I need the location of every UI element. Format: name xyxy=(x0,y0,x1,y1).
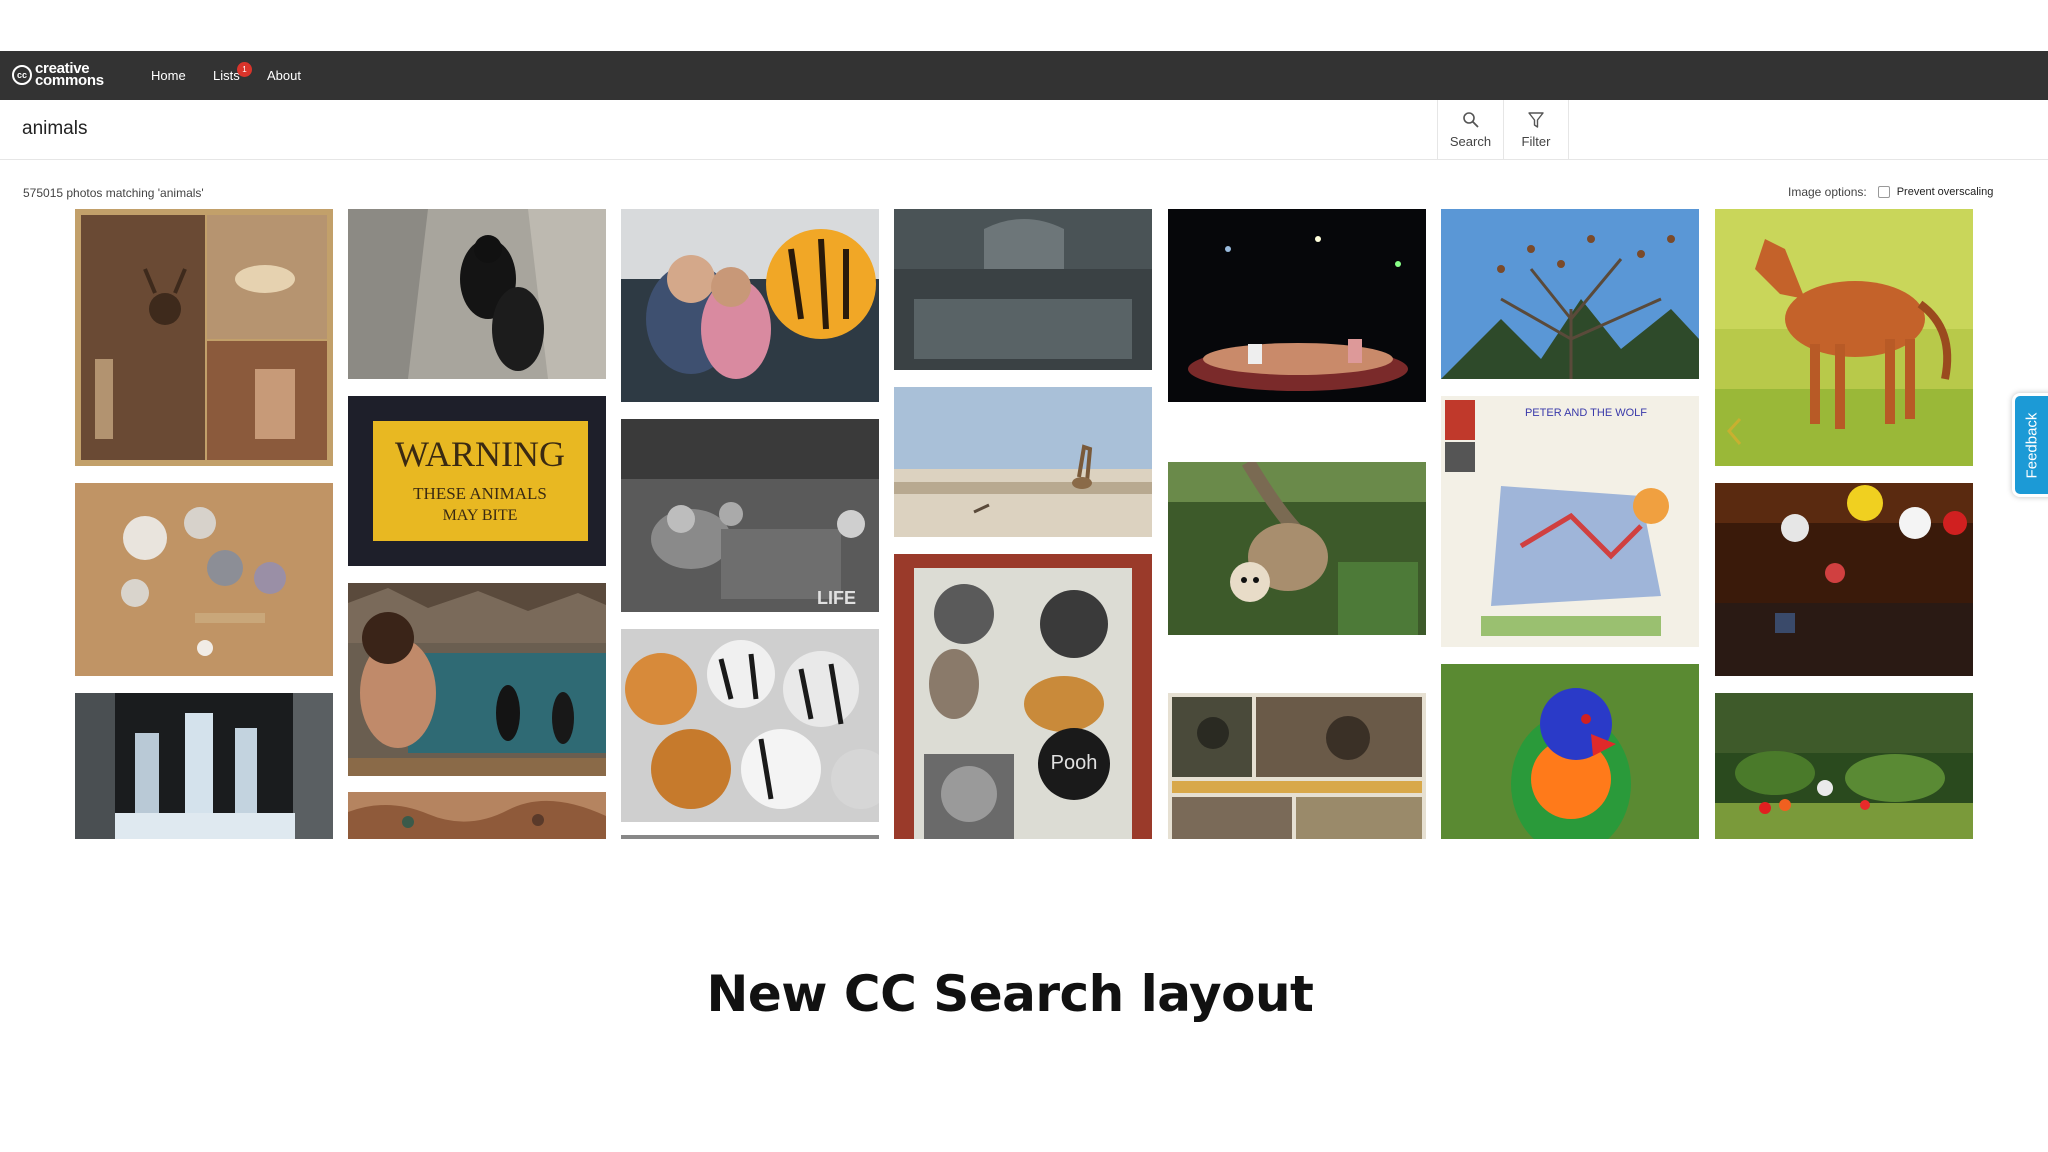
search-button[interactable]: Search xyxy=(1437,100,1503,160)
nav-lists-link[interactable]: Lists xyxy=(213,68,240,83)
nav-about-link[interactable]: About xyxy=(267,68,301,83)
photo-monkey-postcard[interactable] xyxy=(1168,693,1426,839)
photo-partial-tile[interactable] xyxy=(621,835,879,839)
search-input[interactable] xyxy=(22,114,1402,144)
svg-text:Pooh: Pooh xyxy=(1051,752,1098,774)
photo-circus-night[interactable] xyxy=(1168,209,1426,402)
photo-painted-mural[interactable] xyxy=(348,792,606,839)
photo-peter-wolf-album[interactable]: PETER AND THE WOLF xyxy=(1441,396,1699,647)
photo-hanging-toys[interactable] xyxy=(1715,483,1973,676)
svg-text:PETER AND THE WOLF: PETER AND THE WOLF xyxy=(1525,407,1647,419)
photo-plush-tigers[interactable] xyxy=(621,629,879,822)
svg-text:MAY BITE: MAY BITE xyxy=(443,507,518,524)
lists-count-badge: 1 xyxy=(237,62,252,77)
photo-birds-in-tree[interactable] xyxy=(1441,209,1699,379)
photo-vintage-bw[interactable]: LIFE xyxy=(621,419,879,612)
search-button-label: Search xyxy=(1449,134,1492,149)
photo-flower-garden[interactable] xyxy=(1715,693,1973,839)
image-gallery: WARNING THESE ANIMALS MAY BITE LIFE Pooh xyxy=(0,209,2048,839)
svg-text:WARNING: WARNING xyxy=(395,434,565,474)
photo-ice-sculpture[interactable] xyxy=(75,693,333,839)
photo-penguin-tank[interactable] xyxy=(348,583,606,776)
photo-warning-sign[interactable]: WARNING THESE ANIMALS MAY BITE xyxy=(348,396,606,566)
nav-home-link[interactable]: Home xyxy=(151,68,186,83)
photo-deer-collage[interactable] xyxy=(75,209,333,466)
svg-text:LIFE: LIFE xyxy=(817,588,856,608)
filter-icon xyxy=(1528,111,1544,128)
search-icon xyxy=(1462,112,1479,128)
logo-text-bottom: commons xyxy=(35,72,104,89)
prevent-overscaling-checkbox[interactable] xyxy=(1877,186,1890,198)
photo-sloth[interactable] xyxy=(1168,462,1426,635)
image-options: Image options: Prevent overscaling xyxy=(1788,185,1993,199)
photo-foal[interactable] xyxy=(1715,209,1973,466)
search-bar: Search Filter xyxy=(0,100,2048,160)
cc-logo-mark: cc xyxy=(12,65,32,85)
result-count: 575015 photos matching 'animals' xyxy=(23,186,204,200)
photo-figurines[interactable] xyxy=(75,483,333,676)
cc-logo-wordmark: creative commons xyxy=(35,61,104,89)
prevent-overscaling-label: Prevent overscaling xyxy=(1896,186,1994,198)
cc-logo[interactable]: cc creative commons xyxy=(12,61,104,89)
photo-giraffe-plain[interactable] xyxy=(894,387,1152,537)
photo-tiger-balloon[interactable] xyxy=(621,209,879,402)
photo-mosaic-wall[interactable]: Pooh xyxy=(894,554,1152,839)
top-navbar: cc creative commons Home Lists About xyxy=(0,51,2048,100)
slide-caption: New CC Search layout xyxy=(706,965,1314,1023)
filter-button[interactable]: Filter xyxy=(1503,100,1569,160)
image-options-label: Image options: xyxy=(1788,185,1867,199)
photo-lorikeet[interactable] xyxy=(1441,664,1699,839)
filter-button-label: Filter xyxy=(1521,133,1551,149)
feedback-tab-label: Feedback xyxy=(2023,412,2041,478)
feedback-tab[interactable]: Feedback xyxy=(2012,393,2048,497)
photo-black-bears[interactable] xyxy=(348,209,606,379)
svg-text:THESE ANIMALS: THESE ANIMALS xyxy=(413,484,547,503)
photo-coat-of-arms[interactable] xyxy=(894,209,1152,370)
